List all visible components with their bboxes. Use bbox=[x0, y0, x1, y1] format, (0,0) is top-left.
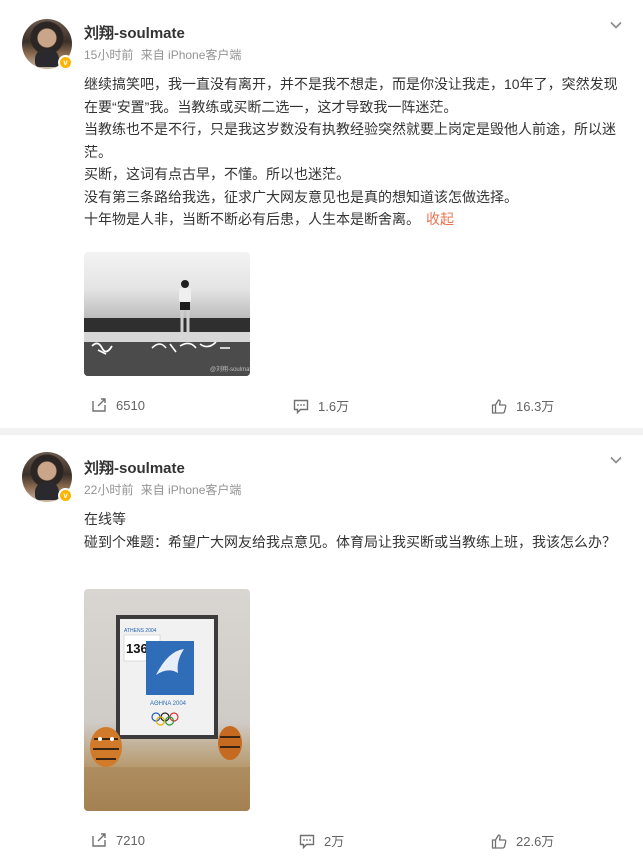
post-text: 继续搞笑吧，我一直没有离开，并不是我不想走，而是你没让我走，10年了，突然发现在… bbox=[84, 73, 629, 231]
comment-button[interactable]: 1.6万 bbox=[292, 396, 349, 415]
post-image-illustration: @刘翔-soulmate bbox=[84, 280, 250, 376]
like-count: 22.6万 bbox=[516, 834, 555, 849]
repost-icon bbox=[92, 398, 106, 412]
like-button[interactable]: 22.6万 bbox=[490, 831, 554, 850]
comment-count: 2万 bbox=[324, 834, 345, 849]
like-icon bbox=[491, 833, 507, 849]
post-time[interactable]: 22小时前 bbox=[84, 483, 133, 497]
repost-button[interactable]: 6510 bbox=[90, 396, 145, 414]
author-avatar[interactable]: v bbox=[22, 452, 73, 503]
image-watermark: @刘翔-soulmate bbox=[210, 365, 250, 373]
post-time[interactable]: 15小时前 bbox=[84, 48, 133, 62]
verified-badge-icon: v bbox=[58, 488, 73, 503]
post-text: 在线等 碰到个难题：希望广大网友给我点意见。体育局让我买断或当教练上班，我该怎么… bbox=[84, 508, 629, 553]
post-paragraph: 碰到个难题：希望广大网友给我点意见。体育局让我买断或当教练上班，我该怎么办？ bbox=[84, 533, 616, 550]
comment-icon bbox=[299, 834, 315, 849]
post-paragraph: 十年物是人非，当断不断必有后患，人生本是断舍离。 收起 bbox=[84, 208, 629, 231]
author-name[interactable]: 刘翔-soulmate bbox=[84, 457, 185, 478]
comment-button[interactable]: 2万 bbox=[298, 831, 344, 850]
post-meta: 22小时前 来自 iPhone客户端 bbox=[84, 481, 241, 498]
like-count: 16.3万 bbox=[516, 399, 555, 414]
like-icon bbox=[491, 398, 507, 414]
post-image[interactable]: @刘翔-soulmate bbox=[84, 252, 250, 376]
repost-count: 7210 bbox=[116, 832, 145, 848]
post-paragraph-text: 十年物是人非，当断不断必有后患，人生本是断舍离。 bbox=[84, 211, 420, 227]
post-paragraph: 当教练也不是不行，只是我这岁数没有执教经验突然就要上岗定是毁他人前途，所以迷茫。 bbox=[84, 121, 616, 160]
post-paragraph: 没有第三条路给我选，征求广大网友意见也是真的想知道该怎做选择。 bbox=[84, 188, 518, 205]
action-bar: 7210 2万 22.6万 bbox=[0, 831, 643, 851]
author-avatar[interactable]: v bbox=[22, 19, 73, 70]
collapse-link[interactable]: 收起 bbox=[426, 211, 454, 227]
chevron-down-icon[interactable] bbox=[609, 453, 623, 467]
repost-count: 6510 bbox=[116, 397, 145, 413]
action-bar: 6510 1.6万 16.3万 bbox=[0, 396, 643, 416]
avatar-figure bbox=[35, 482, 59, 500]
weibo-post-card: v 刘翔-soulmate 15小时前 来自 iPhone客户端 继续搞笑吧，我… bbox=[0, 0, 643, 428]
like-button[interactable]: 16.3万 bbox=[490, 396, 554, 415]
author-name[interactable]: 刘翔-soulmate bbox=[84, 22, 185, 43]
post-meta: 15小时前 来自 iPhone客户端 bbox=[84, 46, 241, 63]
post-image-illustration: 1363 ATHENS 2004 AΘHNA 2004 bbox=[84, 615, 250, 811]
post-paragraph: 继续搞笑吧，我一直没有离开，并不是我不想走，而是你没让我走，10年了，突然发现在… bbox=[84, 76, 618, 115]
post-paragraph: 在线等 bbox=[84, 511, 126, 527]
comment-count: 1.6万 bbox=[318, 399, 350, 414]
chevron-down-icon[interactable] bbox=[609, 18, 623, 32]
repost-icon bbox=[92, 833, 106, 847]
repost-button[interactable]: 7210 bbox=[90, 831, 145, 849]
post-image[interactable]: 1363 ATHENS 2004 AΘHNA 2004 bbox=[84, 589, 250, 811]
post-source: 来自 iPhone客户端 bbox=[140, 483, 242, 497]
verified-badge-icon: v bbox=[58, 55, 73, 70]
post-paragraph: 买断，这词有点古早，不懂。所以也迷茫。 bbox=[84, 166, 350, 182]
post-source: 来自 iPhone客户端 bbox=[140, 48, 242, 62]
comment-icon bbox=[293, 399, 309, 414]
athens-caption: AΘHNA 2004 bbox=[150, 701, 187, 707]
avatar-figure bbox=[35, 49, 59, 67]
bib-header: ATHENS 2004 bbox=[124, 628, 157, 634]
